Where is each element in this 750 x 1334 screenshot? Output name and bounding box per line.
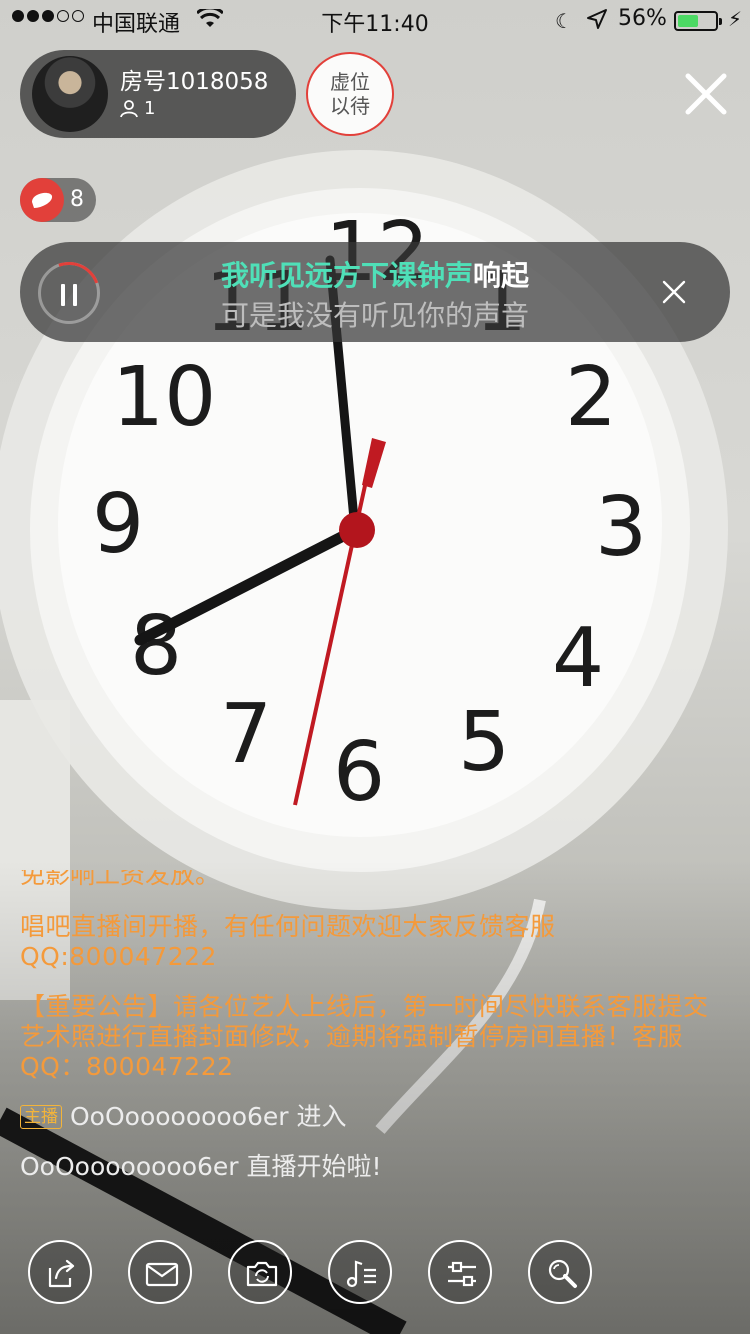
location-arrow-icon	[587, 9, 607, 29]
magic-wand-icon	[548, 1259, 577, 1288]
share-icon	[48, 1259, 75, 1288]
room-number: 房号1018058	[120, 69, 269, 95]
close-music-icon[interactable]	[660, 278, 688, 306]
svg-text:5: 5	[458, 695, 510, 790]
do-not-disturb-icon: ☾	[555, 9, 573, 33]
live-start-message: OoOoooooooo6er 直播开始啦!	[20, 1152, 382, 1181]
svg-text:8: 8	[130, 599, 182, 694]
announcement-message: 【重要公告】请各位艺人上线后，第一时间尽快联系客服提交艺术照进行直播封面修改，逾…	[20, 992, 709, 1081]
like-count: 8	[70, 187, 84, 212]
seat-label-line1: 虚位	[330, 70, 370, 94]
seat-label-line2: 以待	[330, 94, 370, 118]
message-icon	[145, 1262, 179, 1287]
svg-text:6: 6	[333, 725, 385, 820]
enter-text: OoOoooooooo6er 进入	[70, 1102, 347, 1131]
beauty-button[interactable]	[528, 1240, 592, 1304]
share-button[interactable]	[28, 1240, 92, 1304]
battery-icon	[674, 11, 722, 31]
chat-message-truncated: 免影响工资发放。	[20, 870, 221, 889]
svg-text:2: 2	[565, 350, 617, 445]
svg-text:7: 7	[220, 687, 272, 782]
next-lyric: 可是我没有听见你的声音	[220, 299, 529, 332]
host-tag: 主播	[20, 1105, 62, 1129]
settings-sliders-icon	[448, 1261, 476, 1287]
host-avatar[interactable]	[32, 56, 108, 132]
svg-text:4: 4	[552, 611, 604, 706]
lyric-sung-part: 我听见远方下课钟声	[220, 259, 473, 292]
person-icon	[120, 99, 138, 117]
chat-message-list[interactable]: 免影响工资发放。 唱吧直播间开播，有任何问题欢迎大家反馈客服QQ:8000472…	[20, 870, 720, 1202]
camera-flip-icon	[246, 1261, 278, 1287]
heart-icon	[20, 178, 64, 222]
battery-percent: 56%	[618, 6, 667, 31]
music-list-icon	[346, 1260, 376, 1288]
close-room-icon[interactable]	[682, 70, 730, 118]
svg-text:10: 10	[112, 350, 216, 445]
settings-button[interactable]	[428, 1240, 492, 1304]
status-bar: 中国联通 下午11:40 ☾ 56% ⚡	[0, 0, 750, 40]
like-counter: 8	[20, 178, 96, 222]
system-message: 唱吧直播间开播，有任何问题欢迎大家反馈客服QQ:800047222	[20, 912, 556, 971]
message-button[interactable]	[128, 1240, 192, 1304]
svg-text:9: 9	[92, 477, 144, 572]
lyric-remaining-part: 响起	[473, 259, 530, 292]
music-list-button[interactable]	[328, 1240, 392, 1304]
room-info-pill[interactable]: 房号1018058 1	[20, 50, 296, 138]
current-lyric: 我听见远方下课钟声响起	[20, 254, 730, 294]
svg-text:3: 3	[595, 480, 647, 575]
viewer-count: 1	[120, 98, 155, 119]
user-enter-message: 主播 OoOoooooooo6er 进入	[20, 1102, 720, 1132]
music-lyrics-bar: 我听见远方下课钟声响起 可是我没有听见你的声音	[20, 242, 730, 342]
charging-bolt-icon: ⚡	[728, 7, 743, 31]
viewer-count-value: 1	[144, 98, 156, 119]
vacant-seat-button[interactable]: 虚位 以待	[306, 52, 394, 136]
camera-flip-button[interactable]	[228, 1240, 292, 1304]
bottom-toolbar	[0, 1240, 750, 1310]
